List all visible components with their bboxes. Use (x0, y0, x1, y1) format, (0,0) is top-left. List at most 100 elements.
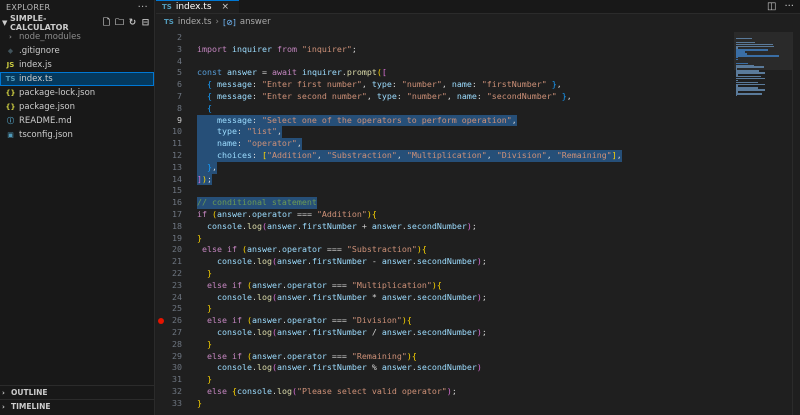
code-line[interactable]: 19} (156, 233, 736, 245)
code-line[interactable]: 5 const answer = await inquirer.prompt([ (156, 67, 736, 79)
code-line[interactable]: 28 } (156, 339, 736, 351)
vertical-scrollbar[interactable] (792, 32, 800, 415)
more-actions-icon[interactable]: ··· (138, 2, 148, 13)
breadcrumb-symbol[interactable]: answer (240, 17, 271, 27)
file-item-package-json[interactable]: {} package.json (0, 100, 154, 114)
chevron-right-icon: › (2, 388, 5, 397)
code-token: type (216, 126, 237, 137)
code-line[interactable]: 6 { message: "Enter first number", type:… (156, 79, 736, 91)
code-line[interactable]: 12 choices: ["Addition", "Substraction",… (156, 149, 736, 162)
line-number: 26 (172, 315, 182, 326)
tab-index-ts[interactable]: TS index.ts × (156, 0, 240, 13)
code-token: } (207, 374, 212, 385)
code-text: else {console.log("Please select valid o… (197, 386, 457, 398)
split-editor-icon[interactable]: ◫ (767, 1, 776, 12)
breadcrumb-file[interactable]: index.ts (178, 17, 212, 27)
code-token: , (616, 149, 622, 160)
file-name: README.md (19, 116, 72, 126)
code-token: operator (286, 315, 327, 326)
outline-section[interactable]: › OUTLINE (0, 385, 155, 399)
code-token: === (291, 208, 317, 219)
code-line[interactable]: 32 else {console.log("Please select vali… (156, 386, 736, 398)
code-token: operator (251, 208, 292, 219)
code-line[interactable]: 15 (156, 185, 736, 197)
code-text: else if (answer.operator === "Substracti… (197, 244, 427, 256)
code-text: } (197, 233, 202, 245)
timeline-section[interactable]: › TIMELINE (0, 399, 155, 413)
file-name: package-lock.json (19, 88, 96, 98)
code-line[interactable]: 29 else if (answer.operator === "Remaini… (156, 351, 736, 363)
new-folder-icon[interactable]: 🗀 (115, 18, 124, 28)
file-item-gitignore[interactable]: ◆ .gitignore (0, 44, 154, 58)
code-line[interactable]: 27 console.log(answer.firstNumber / answ… (156, 327, 736, 339)
refresh-icon[interactable]: ↻ (128, 18, 137, 28)
code-line[interactable]: 2 (156, 32, 736, 44)
code-token: , (441, 79, 452, 90)
code-token: { (421, 244, 427, 255)
code-token: else (207, 279, 227, 290)
code-line[interactable]: 30 console.log(answer.firstNumber % answ… (156, 362, 736, 374)
close-icon[interactable]: × (222, 2, 230, 12)
cfg-file-icon: ▣ (7, 131, 14, 139)
line-number: 23 (172, 279, 182, 290)
code-token: answer (246, 244, 277, 255)
code-line[interactable]: 22 } (156, 268, 736, 280)
code-token: answer (371, 220, 402, 231)
more-actions-icon[interactable]: ··· (784, 1, 794, 12)
code-token: log (246, 220, 262, 231)
file-item-index-ts[interactable]: TS index.ts (0, 72, 154, 86)
code-token: type (376, 90, 397, 101)
project-folder-row[interactable]: ▼ SIMPLE-CALCULATOR 🗋 🗀 ↻ ⊟ (0, 14, 154, 32)
new-file-icon[interactable]: 🗋 (102, 18, 111, 28)
code-line[interactable]: 24 console.log(answer.firstNumber * answ… (156, 292, 736, 304)
code-line[interactable]: 26 else if (answer.operator === "Divisio… (156, 315, 736, 327)
code-line[interactable]: 18 console.log(answer.firstNumber + answ… (156, 221, 736, 233)
code-line[interactable]: 16 // conditional statement (156, 197, 736, 209)
tab-label: index.ts (175, 2, 212, 12)
code-line[interactable]: 10 type: "list", (156, 126, 736, 139)
explorer-header: EXPLORER ··· (0, 0, 154, 14)
code-token: , (511, 114, 517, 125)
code-text: else if (answer.operator === "Multiplica… (197, 280, 442, 292)
minimap-line (736, 77, 765, 80)
code-line[interactable]: 7 { message: "Enter second number", type… (156, 91, 736, 103)
md-file-icon: ⓘ (7, 117, 14, 125)
code-token: answer (276, 362, 307, 373)
line-number: 32 (172, 385, 182, 396)
code-line[interactable]: 13 }, (156, 161, 736, 174)
code-token: message (217, 79, 252, 90)
code-line[interactable]: 14]); (156, 173, 736, 186)
code-token: + (356, 220, 372, 231)
collapse-all-icon[interactable]: ⊟ (141, 18, 150, 28)
file-item-package-lock-json[interactable]: {} package-lock.json (0, 86, 154, 100)
code-line[interactable]: 3 import inquirer from "inquirer"; (156, 44, 736, 56)
code-line[interactable]: 17 if (answer.operator === "Addition"){ (156, 209, 736, 221)
line-number: 31 (172, 374, 182, 385)
code-line[interactable]: 21 console.log(answer.firstNumber - answ… (156, 256, 736, 268)
code-token: "firstNumber" (481, 79, 547, 90)
code-editor[interactable]: 2 3 import inquirer from "inquirer"; 4 5 cons… (156, 32, 736, 410)
file-item-tsconfig-json[interactable]: ▣ tsconfig.json (0, 128, 154, 142)
code-token: if (226, 244, 237, 255)
code-line[interactable]: 25 } (156, 303, 736, 315)
code-token: secondNumber (416, 326, 477, 337)
code-line[interactable]: 33} (156, 398, 736, 410)
code-line[interactable]: 20 else if (answer.operator === "Substra… (156, 244, 736, 256)
code-line[interactable]: 23 else if (answer.operator === "Multipl… (156, 280, 736, 292)
code-line[interactable]: 4 (156, 56, 736, 68)
code-line[interactable]: 9● message: "Select one of the operators… (156, 114, 736, 127)
file-item-index-js[interactable]: JS index.js (0, 58, 154, 72)
code-line[interactable]: 31 } (156, 374, 736, 386)
code-text: if (answer.operator === "Addition"){ (197, 209, 377, 221)
file-name: index.ts (19, 74, 53, 84)
line-number: 15 (172, 185, 182, 196)
file-item-readme-md[interactable]: ⓘ README.md (0, 114, 154, 128)
file-item-node-modules[interactable]: › node_modules (0, 30, 154, 44)
code-line[interactable]: 11 name: "operator", (156, 138, 736, 150)
code-token: secondNumber (416, 362, 477, 373)
chevron-down-icon: ▼ (2, 19, 8, 27)
minimap[interactable] (734, 32, 800, 415)
code-line[interactable]: 8 { (156, 103, 736, 115)
